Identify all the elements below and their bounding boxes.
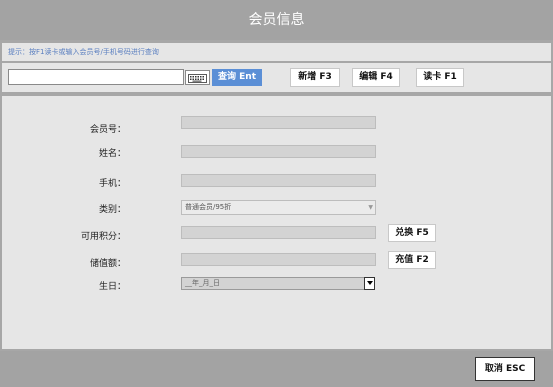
category-select[interactable]: 普通会员/95折 ▼ [181,200,376,215]
points-field[interactable] [181,226,376,239]
balance-field[interactable] [181,253,376,266]
edit-member-button[interactable]: 编辑 F4 [352,68,400,87]
cancel-button[interactable]: 取消 ESC [475,357,535,381]
keyboard-button[interactable] [185,70,210,85]
hint-text: 提示：按F1读卡或输入会员号/手机号码进行查询 [2,43,551,61]
points-label: 可用积分： [80,232,126,242]
search-input[interactable] [8,69,184,85]
birthday-label: 生日： [98,282,126,292]
name-field[interactable] [181,145,376,158]
name-label: 姓名： [98,149,126,159]
category-label: 类别： [98,205,126,215]
birthday-value: __年_月_日 [185,279,220,287]
chevron-down-icon [366,281,373,285]
toolbar: 查询 Ent 新增 F3 编辑 F4 读卡 F1 [2,63,551,92]
category-value: 普通会员/95折 [185,203,232,211]
chevron-down-icon: ▼ [368,204,373,211]
recharge-button[interactable]: 充值 F2 [388,251,436,269]
read-card-button[interactable]: 读卡 F1 [416,68,464,87]
member-form: 会员号： 姓名： 手机： 类别： 普通会员/95折 ▼ 可用积分： 兑换 F5 … [2,96,551,349]
date-dropdown-button[interactable] [364,277,375,290]
footer: 取消 ESC [0,351,553,387]
query-button[interactable]: 查询 Ent [212,69,262,86]
birthday-field[interactable]: __年_月_日 [181,277,375,290]
balance-label: 储值额： [89,259,126,269]
phone-label: 手机： [98,179,126,189]
phone-field[interactable] [181,174,376,187]
keyboard-icon [188,68,207,87]
redeem-button[interactable]: 兑换 F5 [388,224,436,242]
member-no-label: 会员号： [89,125,126,135]
add-member-button[interactable]: 新增 F3 [290,68,340,87]
window-title: 会员信息 [0,0,553,40]
member-info-window: 会员信息 提示：按F1读卡或输入会员号/手机号码进行查询 查询 Ent 新增 F… [0,0,553,387]
member-no-field[interactable] [181,116,376,129]
